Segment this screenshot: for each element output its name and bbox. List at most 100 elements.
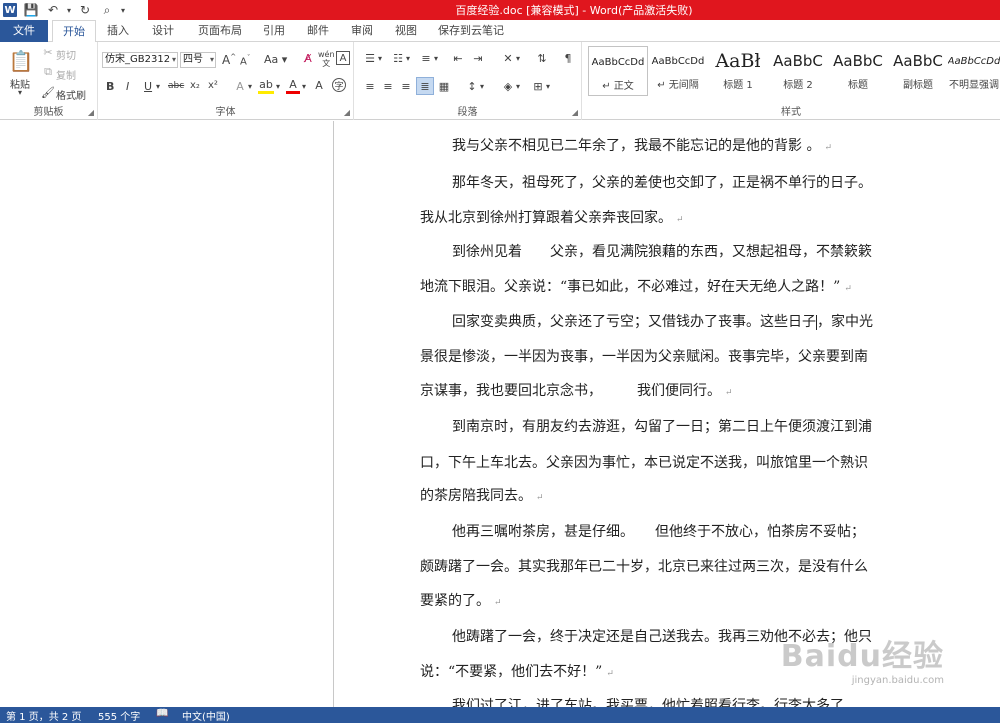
line-spacing-icon[interactable]: ↕ [464, 78, 480, 94]
copy-button[interactable]: 复制 [56, 67, 76, 82]
align-center-icon[interactable]: ≡ [380, 78, 396, 94]
format-painter-icon[interactable]: 🖌 [41, 86, 55, 99]
justify-icon[interactable]: ≣ [416, 77, 434, 95]
align-right-icon[interactable]: ≡ [398, 78, 414, 94]
multilevel-dropdown-icon[interactable]: ▾ [434, 54, 438, 63]
style-no-spacing[interactable]: AaBbCcDd ↵ 无间隔 [648, 46, 708, 96]
text-effects-dropdown-icon[interactable]: ▾ [248, 82, 252, 91]
style-heading-1-preview: AaBł [715, 50, 761, 72]
borders-dropdown-icon[interactable]: ▾ [546, 82, 550, 91]
cut-button[interactable]: 剪切 [56, 47, 76, 62]
multilevel-list-icon[interactable]: ≡ [418, 50, 434, 66]
document-page[interactable]: 我与父亲不相见已二年余了，我最不能忘记的是他的背影 。 ↵ 那年冬天，祖母死了，父… [335, 121, 1000, 707]
watermark-url: jingyan.baidu.com [851, 675, 944, 686]
clear-formatting-icon[interactable]: A̸ [300, 50, 316, 66]
doc-line-text: 要紧的了。 [420, 593, 490, 609]
tab-review[interactable]: 审阅 [344, 20, 380, 42]
style-normal[interactable]: AaBbCcDd ↵ 正文 [588, 46, 648, 96]
underline-button[interactable]: U [144, 80, 152, 93]
clipboard-launcher-icon[interactable]: ◢ [88, 108, 94, 117]
font-size-select[interactable]: 四号 ▾ [180, 52, 216, 68]
style-subtle-emphasis[interactable]: AaBbCcDd 不明显强调 [948, 46, 1000, 96]
style-subtitle[interactable]: AaBbC 副标题 [888, 46, 948, 96]
shading-icon[interactable]: ◈ [500, 78, 516, 94]
tab-page-layout[interactable]: 页面布局 [192, 20, 248, 42]
font-color-icon[interactable]: A [286, 78, 300, 94]
title-bar: W 💾 ↶ ▾ ↻ ⌕ ▾ 百度经验.doc [兼容模式] - Word(产品激… [0, 0, 1000, 20]
distributed-icon[interactable]: ▦ [436, 78, 452, 94]
increase-indent-icon[interactable]: ⇥ [470, 50, 486, 66]
character-border-icon[interactable]: A [336, 51, 350, 65]
tab-mailings[interactable]: 邮件 [300, 20, 336, 42]
proofing-icon[interactable]: 📖 [156, 708, 168, 719]
redo-icon[interactable]: ↻ [74, 0, 96, 20]
highlight-icon[interactable]: ab [258, 78, 274, 94]
paste-icon[interactable]: 📋 [8, 48, 34, 74]
doc-line: 回家变卖典质，父亲还了亏空；又借钱办了丧事。这些日子，家中光 [420, 311, 915, 331]
tab-insert[interactable]: 插入 [100, 20, 136, 42]
strikethrough-button[interactable]: abc [168, 81, 184, 91]
text-effects-icon[interactable]: A [232, 78, 248, 94]
tab-save-to-cloud[interactable]: 保存到云笔记 [436, 20, 506, 42]
show-hide-marks-icon[interactable]: ¶ [560, 50, 576, 66]
decrease-indent-icon[interactable]: ⇤ [450, 50, 466, 66]
paste-dropdown-icon[interactable]: ▾ [18, 88, 22, 97]
enclose-characters-icon[interactable]: 字 [332, 78, 346, 92]
align-left-icon[interactable]: ≡ [362, 78, 378, 94]
style-normal-name: ↵ 正文 [602, 81, 634, 92]
tab-design[interactable]: 设计 [144, 20, 182, 42]
language-status[interactable]: 中文(中国) [182, 708, 230, 723]
undo-icon[interactable]: ↶ [42, 0, 64, 20]
cut-icon[interactable]: ✂ [42, 46, 54, 59]
tab-home[interactable]: 开始 [52, 20, 96, 43]
tab-references[interactable]: 引用 [256, 20, 292, 42]
doc-line-text: 口，下午上车北去。父亲因为事忙，本已说定不送我，叫旅馆里一个熟识 [420, 455, 868, 471]
line-spacing-dropdown-icon[interactable]: ▾ [480, 82, 484, 91]
style-title-preview: AaBbC [833, 52, 883, 70]
font-name-select[interactable]: 仿宋_GB2312 ▾ [102, 52, 178, 68]
grow-font-button[interactable]: A^ [222, 53, 236, 67]
shading-dropdown-icon[interactable]: ▾ [516, 82, 520, 91]
style-normal-preview: AaBbCcDd [591, 56, 645, 68]
style-heading-1[interactable]: AaBł 标题 1 [708, 46, 768, 96]
highlight-dropdown-icon[interactable]: ▾ [276, 82, 280, 91]
page-count[interactable]: 第 1 页，共 2 页 [6, 708, 81, 723]
save-icon[interactable]: 💾 [20, 0, 42, 20]
customize-qat-icon[interactable]: ▾ [118, 0, 128, 20]
bullets-icon[interactable]: ☰ [362, 50, 378, 66]
format-painter-button[interactable]: 格式刷 [56, 87, 86, 102]
font-color-dropdown-icon[interactable]: ▾ [302, 82, 306, 91]
paragraph-launcher-icon[interactable]: ◢ [572, 108, 578, 117]
doc-line: 要紧的了。 ↵ [420, 590, 915, 610]
shrink-font-button[interactable]: Aˇ [240, 54, 250, 67]
numbering-dropdown-icon[interactable]: ▾ [406, 54, 410, 63]
underline-dropdown-icon[interactable]: ▾ [156, 82, 160, 91]
style-title[interactable]: AaBbC 标题 [828, 46, 888, 96]
styles-group-label: 样式 [781, 107, 801, 118]
bullets-dropdown-icon[interactable]: ▾ [378, 54, 382, 63]
phonetic-guide-button[interactable]: wén 文 [318, 50, 335, 68]
subscript-button[interactable]: x₂ [190, 80, 200, 91]
doc-line: 我们过了江，进了车站。我买票，他忙着照看行李。行李太多了 [420, 695, 915, 707]
borders-icon[interactable]: ⊞ [530, 78, 546, 94]
italic-button[interactable]: I [126, 80, 129, 93]
character-shading-icon[interactable]: A [312, 78, 326, 92]
shrink-font-label: A [240, 56, 247, 68]
word-count[interactable]: 555 个字 [98, 708, 140, 723]
print-preview-icon[interactable]: ⌕ [96, 0, 118, 20]
tab-view[interactable]: 视图 [388, 20, 424, 42]
copy-icon[interactable]: ⧉ [42, 65, 54, 78]
style-heading-2[interactable]: AaBbC 标题 2 [768, 46, 828, 96]
asian-layout-dropdown-icon[interactable]: ▾ [516, 54, 520, 63]
numbering-icon[interactable]: ☷ [390, 50, 406, 66]
tab-file[interactable]: 文件 [0, 20, 48, 42]
bold-button[interactable]: B [106, 80, 114, 93]
change-case-button[interactable]: Aa ▾ [264, 53, 287, 66]
font-size-value: 四号 [183, 54, 203, 65]
sort-icon[interactable]: ⇅ [534, 50, 550, 66]
asian-layout-icon[interactable]: ✕ [500, 50, 516, 66]
doc-line: 那年冬天，祖母死了，父亲的差使也交卸了，正是祸不单行的日子。 [420, 172, 915, 192]
font-launcher-icon[interactable]: ◢ [344, 108, 350, 117]
superscript-button[interactable]: x² [208, 80, 218, 91]
dropdown-icon[interactable]: ▾ [64, 0, 74, 20]
